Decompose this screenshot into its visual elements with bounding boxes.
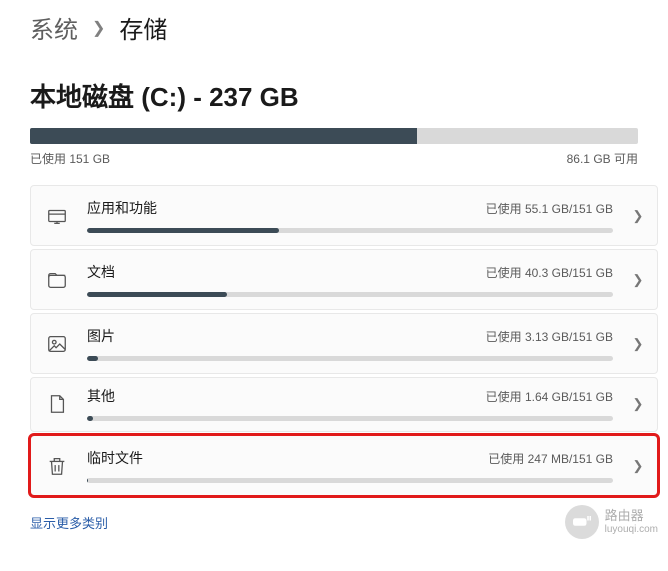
storage-category-list: 应用和功能 已使用 55.1 GB/151 GB ❯ 文档 已使用 40.3 GB/15… [0,167,668,496]
storage-card-apps[interactable]: 应用和功能 已使用 55.1 GB/151 GB ❯ [30,185,658,246]
category-usage-fill [87,292,227,297]
category-name: 图片 [87,326,115,346]
trash-icon [45,454,69,478]
category-name: 临时文件 [87,448,143,468]
category-usage-label: 已使用 40.3 GB/151 GB [486,264,613,281]
category-name: 文档 [87,262,115,282]
watermark: 路由器 luyouqi.com [565,505,658,539]
chevron-right-icon: ❯ [92,18,105,38]
category-usage-bar [87,228,613,233]
category-usage-bar [87,292,613,297]
storage-card-temp[interactable]: 临时文件 已使用 247 MB/151 GB ❯ [30,435,658,496]
show-more-categories-link[interactable]: 显示更多类别 [0,499,108,532]
disk-title: 本地磁盘 (C:) - 237 GB [0,49,668,124]
category-name: 应用和功能 [87,198,157,218]
category-usage-bar [87,478,613,483]
overall-usage-labels: 已使用 151 GB 86.1 GB 可用 [0,144,668,167]
chevron-right-icon: ❯ [631,336,645,352]
card-body: 文档 已使用 40.3 GB/151 GB [87,262,613,297]
category-usage-bar [87,356,613,361]
chevron-right-icon: ❯ [631,272,645,288]
overall-usage-fill [30,128,417,144]
overall-free-label: 86.1 GB 可用 [567,150,638,167]
category-usage-fill [87,416,93,421]
category-usage-fill [87,228,279,233]
chevron-right-icon: ❯ [631,458,645,474]
breadcrumb-current: 存储 [119,10,167,45]
overall-usage-bar [30,128,638,144]
category-usage-fill [87,478,88,483]
breadcrumb-parent[interactable]: 系统 [30,10,78,45]
overall-used-label: 已使用 151 GB [30,150,110,167]
category-usage-label: 已使用 247 MB/151 GB [488,450,613,467]
category-usage-bar [87,416,613,421]
chevron-right-icon: ❯ [631,396,645,412]
watermark-line1: 路由器 [605,509,658,523]
other-icon [45,392,69,416]
chevron-right-icon: ❯ [631,208,645,224]
documents-icon [45,268,69,292]
card-body: 应用和功能 已使用 55.1 GB/151 GB [87,198,613,233]
category-usage-label: 已使用 3.13 GB/151 GB [486,328,613,345]
watermark-line2: luyouqi.com [605,524,658,535]
category-usage-label: 已使用 1.64 GB/151 GB [486,388,613,405]
card-body: 临时文件 已使用 247 MB/151 GB [87,448,613,483]
watermark-icon [565,505,599,539]
card-body: 图片 已使用 3.13 GB/151 GB [87,326,613,361]
apps-icon [45,204,69,228]
category-name: 其他 [87,386,115,406]
category-usage-label: 已使用 55.1 GB/151 GB [486,200,613,217]
breadcrumb: 系统 ❯ 存储 [0,0,668,49]
storage-card-pictures[interactable]: 图片 已使用 3.13 GB/151 GB ❯ [30,313,658,374]
pictures-icon [45,332,69,356]
card-body: 其他 已使用 1.64 GB/151 GB [87,386,613,421]
category-usage-fill [87,356,98,361]
storage-card-other[interactable]: 其他 已使用 1.64 GB/151 GB ❯ [30,377,658,432]
storage-card-documents[interactable]: 文档 已使用 40.3 GB/151 GB ❯ [30,249,658,310]
